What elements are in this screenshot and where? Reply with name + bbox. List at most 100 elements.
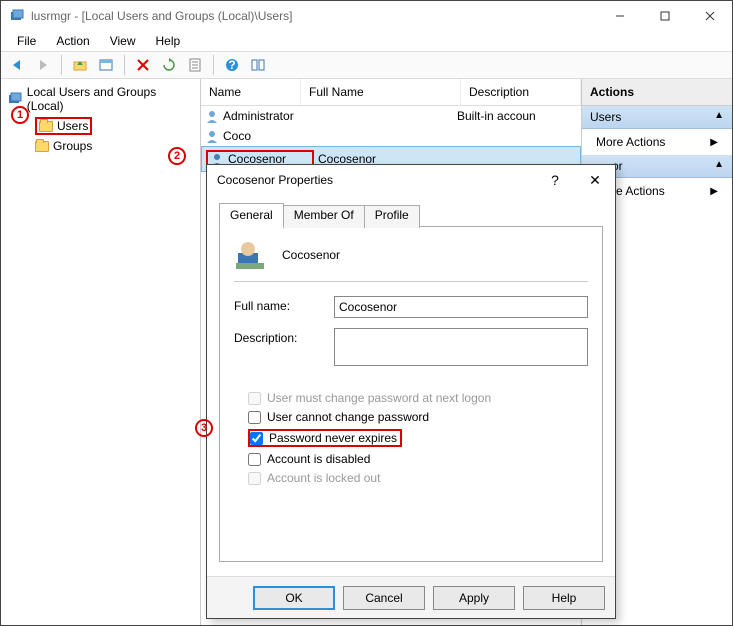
folder-icon [39,121,53,132]
description-input[interactable] [334,328,588,366]
x-icon [135,57,151,73]
checkbox[interactable] [250,432,263,445]
dialog-tabs: General Member Of Profile [219,203,603,227]
checkbox [248,392,261,405]
check-never-expires[interactable]: Password never expires [248,429,588,447]
cell-description: Built-in accoun [457,109,577,123]
check-disabled[interactable]: Account is disabled [248,452,588,466]
submenu-icon: ▶ [710,186,718,197]
svg-text:?: ? [228,58,235,72]
check-cannot-change[interactable]: User cannot change password [248,410,588,424]
actions-section-label: Users [590,110,621,124]
list-row[interactable]: Administrator Built-in accoun [201,106,581,126]
dialog-titlebar: Cocosenor Properties ? ✕ [207,165,615,195]
tree-root[interactable]: Local Users and Groups (Local) [5,83,196,115]
window-title: lusrmgr - [Local Users and Groups (Local… [31,9,597,23]
check-label: User must change password at next logon [267,391,491,405]
cell-name: Coco [223,129,251,143]
description-label: Description: [234,328,334,345]
folder-up-button[interactable] [68,53,92,77]
cancel-button[interactable]: Cancel [343,586,425,610]
export-button[interactable] [183,53,207,77]
menu-file[interactable]: File [9,32,44,50]
close-icon [705,11,715,21]
user-icon [205,109,219,123]
window-icon [98,57,114,73]
actions-more-label: re Actions [612,184,665,198]
check-locked: Account is locked out [248,471,588,485]
minimize-button[interactable] [597,1,642,31]
dialog-close-button[interactable]: ✕ [575,172,615,189]
help-button[interactable]: Help [523,586,605,610]
actions-header: Actions [582,79,732,106]
panes-icon [250,57,266,73]
close-button[interactable] [687,1,732,31]
submenu-icon: ▶ [710,137,718,148]
col-fullname[interactable]: Full Name [301,79,461,105]
arrow-left-icon [9,57,25,73]
tab-memberof[interactable]: Member Of [283,205,365,228]
refresh-button[interactable] [157,53,181,77]
properties-dialog: Cocosenor Properties ? ✕ General Member … [206,164,616,619]
check-label: Account is disabled [267,452,370,466]
properties-button[interactable] [94,53,118,77]
menu-action[interactable]: Action [48,32,97,50]
back-button[interactable] [5,53,29,77]
arrow-right-icon [35,57,51,73]
main-titlebar: lusrmgr - [Local Users and Groups (Local… [1,1,732,31]
menubar: File Action View Help [1,31,732,51]
help-icon: ? [224,57,240,73]
list-icon [187,57,203,73]
user-icon [205,129,219,143]
col-name[interactable]: Name [201,79,301,105]
folder-icon [35,141,49,152]
tree-users[interactable]: Users [33,115,196,137]
tree-groups-label: Groups [53,139,92,153]
dialog-help-button[interactable]: ? [535,172,575,188]
refresh-icon [161,57,177,73]
tab-profile[interactable]: Profile [364,205,420,228]
delete-button[interactable] [131,53,155,77]
tree-root-label: Local Users and Groups (Local) [27,85,194,113]
menu-help[interactable]: Help [148,32,189,50]
computer-icon [7,91,23,107]
user-large-icon [234,239,266,271]
apply-button[interactable]: Apply [433,586,515,610]
check-label: Password never expires [269,431,397,445]
actions-section-users[interactable]: Users ▲ [582,106,732,129]
ok-button[interactable]: OK [253,586,335,610]
app-icon [9,8,25,24]
annotation-3: 3 [195,419,213,437]
actions-more-label: More Actions [596,135,665,149]
maximize-icon [660,11,670,21]
list-row[interactable]: Coco [201,126,581,146]
username-label: Cocosenor [282,248,340,262]
separator [234,281,588,282]
show-hide-button[interactable] [246,53,270,77]
dialog-title: Cocosenor Properties [217,173,535,187]
col-description[interactable]: Description [461,79,581,105]
tab-general[interactable]: General [219,203,284,227]
checkbox [248,472,261,485]
help-button[interactable]: ? [220,53,244,77]
collapse-icon: ▲ [714,110,724,124]
fullname-input[interactable] [334,296,588,318]
folder-icon [72,57,88,73]
actions-more-1[interactable]: More Actions ▶ [582,129,732,155]
collapse-icon: ▲ [714,159,724,173]
annotation-1: 1 [11,106,29,124]
checkbox[interactable] [248,453,261,466]
annotation-2: 2 [168,147,186,165]
maximize-button[interactable] [642,1,687,31]
minimize-icon [615,11,625,21]
toolbar: ? [1,51,732,79]
checkbox[interactable] [248,411,261,424]
cell-name: Administrator [223,109,294,123]
dialog-buttons: OK Cancel Apply Help [207,576,615,618]
forward-button[interactable] [31,53,55,77]
tree-users-label: Users [57,119,88,133]
check-label: Account is locked out [267,471,380,485]
fullname-label: Full name: [234,296,334,313]
menu-view[interactable]: View [102,32,144,50]
check-label: User cannot change password [267,410,429,424]
